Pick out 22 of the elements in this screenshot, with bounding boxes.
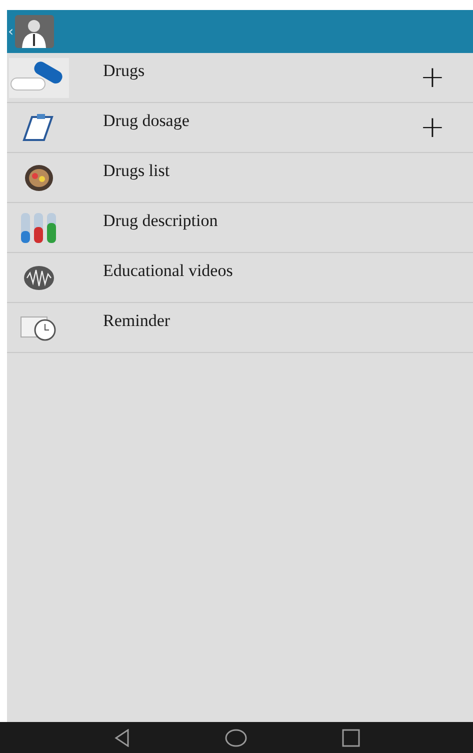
avatar-icon[interactable] xyxy=(14,15,54,48)
menu-item[interactable]: Drug description xyxy=(7,203,473,253)
menu-item-label: Drug description xyxy=(103,210,219,230)
clipboard-icon xyxy=(22,112,56,142)
menu-item-label: Educational videos xyxy=(103,260,234,280)
sound-wave-icon xyxy=(23,264,55,290)
menu-item-label: Drug dosage xyxy=(103,110,190,130)
menu-item-label: Reminder xyxy=(103,310,172,330)
menu-item[interactable]: Drugs list xyxy=(7,153,473,203)
menu-item[interactable]: Drugs + xyxy=(7,53,473,103)
home-icon[interactable] xyxy=(224,728,246,746)
expand-plus[interactable]: + xyxy=(420,112,445,142)
menu-item-label: Drugs xyxy=(103,60,146,80)
menu-item-label: Drugs list xyxy=(103,160,171,180)
back-icon[interactable] xyxy=(114,728,130,746)
recents-icon[interactable] xyxy=(342,728,360,746)
menu-item[interactable]: Drug dosage + xyxy=(7,103,473,153)
menu-item[interactable]: Reminder xyxy=(7,303,473,353)
test-tubes-icon xyxy=(19,210,59,244)
pill-bowl-icon xyxy=(24,164,54,192)
menu-item[interactable]: Educational videos xyxy=(7,253,473,303)
expand-plus[interactable]: + xyxy=(420,62,445,92)
